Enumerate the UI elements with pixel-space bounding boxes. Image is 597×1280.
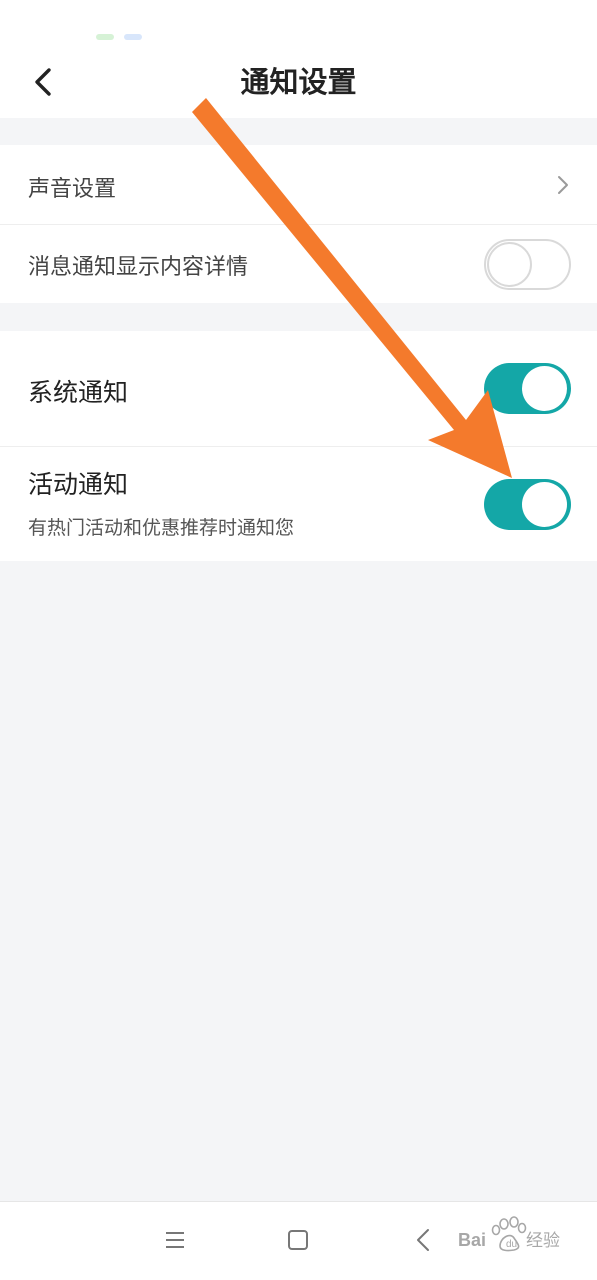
system-notification-toggle[interactable] bbox=[484, 363, 571, 414]
menu-icon[interactable] bbox=[157, 1222, 193, 1258]
svg-text:Bai: Bai bbox=[458, 1230, 486, 1250]
status-indicator bbox=[124, 34, 142, 40]
detail-settings-label: 消息通知显示内容详情 bbox=[28, 255, 249, 280]
square-home-icon[interactable] bbox=[280, 1222, 316, 1258]
system-notification-label: 系统通知 bbox=[28, 378, 129, 407]
activity-notification-row: 活动通知 有热门活动和优惠推荐时通知您 bbox=[0, 446, 597, 561]
settings-group: 声音设置 消息通知显示内容详情 bbox=[0, 145, 597, 303]
sound-settings-row[interactable]: 声音设置 bbox=[0, 145, 597, 224]
detail-toggle[interactable] bbox=[484, 239, 571, 290]
sound-settings-label: 声音设置 bbox=[28, 177, 117, 202]
chevron-right-icon bbox=[558, 176, 568, 194]
activity-notification-description: 有热门活动和优惠推荐时通知您 bbox=[28, 517, 295, 539]
baidu-watermark-logo: Bai du 经验 bbox=[458, 1216, 560, 1252]
detail-settings-row: 消息通知显示内容详情 bbox=[0, 224, 597, 303]
header: 通知设置 bbox=[0, 46, 597, 118]
page-title: 通知设置 bbox=[240, 65, 357, 99]
svg-text:du: du bbox=[506, 1239, 517, 1250]
svg-text:经验: 经验 bbox=[526, 1231, 560, 1251]
status-indicator bbox=[96, 34, 114, 40]
activity-notification-toggle[interactable] bbox=[484, 479, 571, 530]
status-bar bbox=[0, 0, 597, 46]
system-notification-row: 系统通知 bbox=[0, 331, 597, 446]
notification-group: 系统通知 活动通知 有热门活动和优惠推荐时通知您 bbox=[0, 331, 597, 561]
toggle-knob bbox=[487, 242, 532, 287]
triangle-back-icon[interactable] bbox=[406, 1222, 442, 1258]
toggle-knob bbox=[522, 482, 567, 527]
activity-notification-label: 活动通知 bbox=[28, 470, 129, 499]
toggle-knob bbox=[522, 366, 567, 411]
